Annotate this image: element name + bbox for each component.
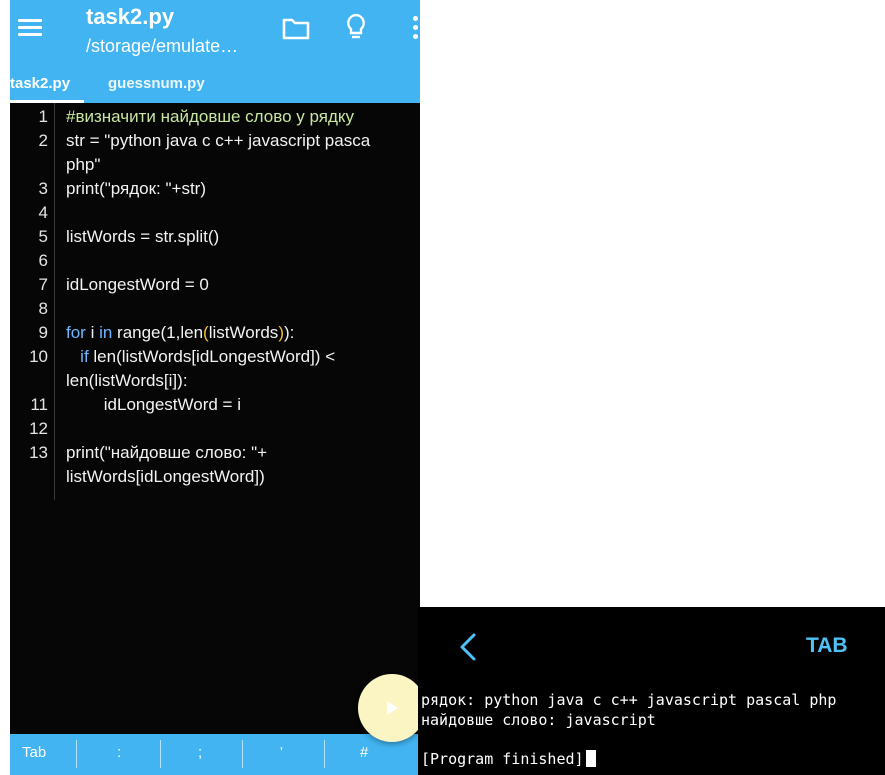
- code-token: ):: [283, 323, 295, 342]
- key-quote[interactable]: ': [280, 744, 283, 761]
- key-colon[interactable]: :: [117, 744, 121, 761]
- terminal-cursor: [585, 750, 596, 767]
- code-line: idLongestWord = 0: [66, 275, 209, 294]
- program-finished-text: [Program finished]: [421, 750, 584, 768]
- file-tabs: task2.py guessnum.py: [10, 67, 420, 103]
- key-separator: [242, 740, 243, 768]
- terminal-output-line: рядок: python java c c++ javascript pasc…: [421, 691, 837, 709]
- terminal-panel: TAB рядок: python java c c++ javascript …: [418, 607, 885, 775]
- line-number: 4: [38, 203, 48, 222]
- code-line: php": [66, 155, 101, 174]
- code-line: for i in range(1,len(listWords)):: [66, 323, 294, 343]
- code-line: #визначити найдовше слово у рядку: [66, 107, 354, 126]
- folder-icon[interactable]: [282, 16, 310, 45]
- line-number: 7: [38, 275, 48, 294]
- key-hash[interactable]: #: [360, 744, 368, 761]
- terminal-output-line: [Program finished]: [421, 750, 596, 768]
- tab-key-button[interactable]: TAB: [806, 634, 848, 658]
- file-title: task2.py: [86, 4, 175, 29]
- line-number: 9: [38, 323, 48, 342]
- back-arrow-icon[interactable]: [458, 632, 478, 667]
- extra-keys-bar: Tab : ; ' #: [10, 734, 420, 775]
- code-line: listWords = str.split(): [66, 227, 220, 246]
- key-separator: [76, 740, 77, 768]
- lightbulb-icon[interactable]: [344, 12, 368, 49]
- code-line: listWords[idLongestWord]): [66, 467, 265, 486]
- code-token: i: [85, 323, 100, 342]
- editor-panel: task2.py /storage/emulate… task2.py gues…: [10, 0, 420, 775]
- line-number: 5: [38, 227, 48, 246]
- line-number: 3: [38, 179, 48, 198]
- code-line: print("найдовше слово: "+: [66, 443, 268, 462]
- line-number: 13: [29, 443, 48, 462]
- code-line: len(listWords[i]):: [66, 371, 188, 390]
- line-number: 8: [38, 299, 48, 318]
- line-number: 12: [29, 419, 48, 438]
- keyword: in: [99, 323, 113, 342]
- code-line: str = "python java c c++ javascript pasc…: [66, 131, 371, 150]
- key-tab[interactable]: Tab: [22, 744, 46, 761]
- code-line: idLongestWord = i: [66, 395, 241, 414]
- line-number: 11: [30, 395, 48, 414]
- more-options-icon[interactable]: [410, 16, 420, 44]
- key-separator: [160, 740, 161, 768]
- file-path: /storage/emulate…: [86, 36, 239, 56]
- code-token: len(listWords[idLongestWord]) <: [88, 347, 336, 366]
- code-line: print("рядок: "+str): [66, 179, 207, 198]
- line-number: 1: [38, 107, 48, 126]
- code-line: if len(listWords[idLongestWord]) <: [66, 347, 335, 367]
- tab-guessnum[interactable]: guessnum.py: [108, 75, 205, 92]
- code-token: range(1,len: [112, 323, 204, 342]
- play-icon: [387, 701, 398, 715]
- keyword: if: [80, 347, 89, 366]
- code-token: listWords: [208, 323, 279, 342]
- key-separator: [324, 740, 325, 768]
- keyword: for: [66, 323, 86, 342]
- line-number: 6: [38, 251, 48, 270]
- terminal-output-line: найдовше слово: javascript: [421, 711, 656, 729]
- gutter-divider: [54, 103, 55, 500]
- tab-task2[interactable]: task2.py: [10, 75, 70, 92]
- run-button[interactable]: [358, 674, 420, 742]
- line-number: 2: [38, 131, 48, 150]
- app-bar: task2.py /storage/emulate…: [10, 0, 420, 67]
- line-number: 10: [29, 347, 48, 366]
- key-semicolon[interactable]: ;: [198, 744, 202, 761]
- code-editor[interactable]: 1 2 3 4 5 6 7 8 9 10 11 12 13 #визначити…: [10, 103, 420, 734]
- hamburger-menu-icon[interactable]: [18, 16, 48, 40]
